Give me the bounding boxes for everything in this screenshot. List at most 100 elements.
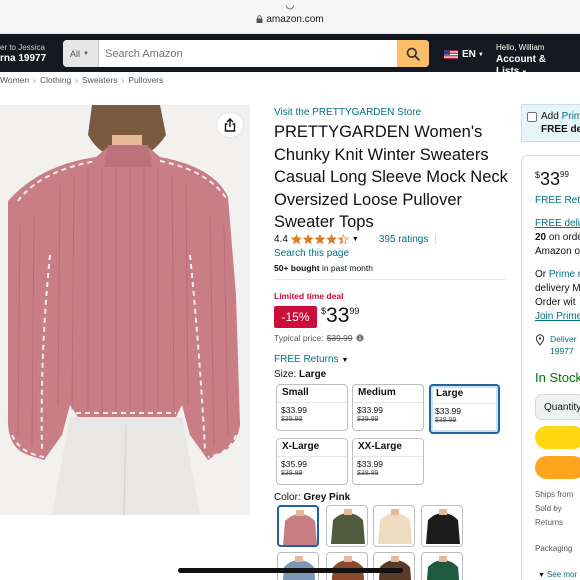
swatch-thumbnail [331,556,365,580]
color-swatch[interactable] [326,552,368,580]
color-swatch[interactable] [421,552,463,580]
delivery-date-rest: on orde [548,232,580,243]
size-price: $33.99 [435,406,461,416]
or-text: Or [535,269,547,280]
size-selected: Large [299,369,327,380]
deliver-to-line2: rna 19977 [0,53,47,64]
deliver-to-location[interactable]: er to Jessica rna 19977 [0,42,46,64]
search-category-dropdown[interactable]: All ▼ [63,40,99,67]
swatch-thumbnail [426,509,460,544]
breadcrumb-link[interactable]: Women [0,75,29,85]
account-menu[interactable]: Hello, William Account & Lists ▼ [496,42,580,79]
product-title: PRETTYGARDEN Women's Chunky Knit Winter … [274,123,508,232]
lock-icon [256,15,263,23]
color-label-text: Color: [274,492,301,503]
color-swatch[interactable] [326,505,368,547]
chevron-down-icon: ▼ [341,357,349,364]
add-to-cart-button[interactable] [535,426,580,449]
divider [353,402,423,403]
color-swatch[interactable] [277,505,319,547]
free-returns-link[interactable]: FREE Returns ▼ [274,354,348,365]
size-name: Medium [358,387,396,398]
price-fraction: 99 [560,170,569,179]
swatch-thumbnail [283,510,317,545]
breadcrumb-link[interactable]: Clothing [40,75,71,85]
join-prime-link[interactable]: Join Prime [535,311,580,322]
size-label-text: Size: [274,369,297,380]
typical-price-label: Typical price: [274,333,324,343]
deliver-to-link[interactable]: Deliver [550,334,576,344]
color-swatch[interactable] [373,505,415,547]
divider [353,456,423,457]
swatch-thumbnail [331,509,365,544]
free-delivery-link[interactable]: FREE deliv [535,218,580,229]
size-option-small[interactable]: Small $33.99 $39.99 [276,384,348,431]
divider [277,456,347,457]
breadcrumb-separator: › [121,75,125,85]
size-option-xx-large[interactable]: XX-Large $33.99 $39.99 [352,438,424,485]
search-button[interactable] [397,40,429,67]
caret-down-icon: ▼ [83,50,89,57]
star-icon [290,234,302,245]
star-icon [302,234,314,245]
order-within-line: Order wit [535,297,576,308]
product-image[interactable] [0,105,250,515]
see-more-link[interactable]: ▼ See mor [538,570,577,579]
chevron-down-icon[interactable]: ▼ [352,236,359,243]
prime-checkbox[interactable] [527,112,537,122]
browser-address-bar: ◡ amazon.com [0,0,580,34]
ratings-count-link[interactable]: 395 ratings [379,234,428,245]
prime-members-link[interactable]: Prime m [549,269,580,280]
swatch-thumbnail [426,556,460,580]
store-link[interactable]: Visit the PRETTYGARDEN Store [274,107,421,118]
size-name: Large [436,388,464,399]
breadcrumb-link[interactable]: Sweaters [82,75,117,85]
size-price: $35.99 [281,459,307,469]
share-icon [224,118,236,132]
color-swatch[interactable] [421,505,463,547]
buy-now-button[interactable] [535,456,580,479]
account-lists-label: Account & Lists ▼ [496,54,580,79]
returns-label: Returns [535,518,564,527]
search-icon [406,47,420,61]
color-label: Color: Grey Pink [274,492,350,503]
size-option-large[interactable]: Large $33.99 $39.99 [429,384,500,434]
size-old-price: $39.99 [357,470,379,477]
sweater-photo [0,105,250,515]
prime-free-delivery: FREE del [541,124,580,135]
info-icon[interactable] [356,334,364,342]
quantity-label: Quantity [544,402,580,413]
search-bar: All ▼ [63,40,429,67]
size-option-x-large[interactable]: X-Large $35.99 $39.99 [276,438,348,485]
prime-add-text: Add [541,111,559,122]
price-whole: 33 [540,169,561,189]
search-category-label: All [70,48,81,59]
color-selected: Grey Pink [303,492,351,503]
in-stock-status: In Stock [535,370,580,385]
size-price: $33.99 [357,405,383,415]
url-display[interactable]: amazon.com [0,14,580,25]
us-flag-icon [444,50,458,59]
search-this-page-link[interactable]: Search this page [274,248,349,259]
share-button[interactable] [217,113,243,137]
quantity-selector[interactable]: Quantity [535,394,580,420]
rating-number: 4.4 [274,234,288,245]
star-rating-icon[interactable] [290,234,349,245]
amazon-header: er to Jessica rna 19977 All▼ EN▼ Hello, … [0,34,580,77]
buybox-free-returns-link[interactable]: FREE Retu [535,195,580,206]
prime-link[interactable]: Prim [562,111,580,122]
deliver-to-zip[interactable]: 19977 [550,346,574,356]
size-option-medium[interactable]: Medium $33.99 $39.99 [352,384,424,431]
caret-down-icon: ▼ [477,51,484,58]
size-old-price: $39.99 [435,417,457,424]
color-swatch[interactable] [373,552,415,580]
delivery-date-bold: 20 [535,232,547,243]
size-old-price: $39.99 [281,416,303,423]
breadcrumb-link[interactable]: Pullovers [128,75,163,85]
color-swatch[interactable] [277,552,319,580]
size-old-price: $39.99 [281,470,303,477]
size-name: XX-Large [358,441,402,452]
free-returns-text: FREE Returns [274,354,339,365]
language-selector[interactable]: EN ▼ [444,49,484,60]
search-input[interactable] [99,40,397,67]
